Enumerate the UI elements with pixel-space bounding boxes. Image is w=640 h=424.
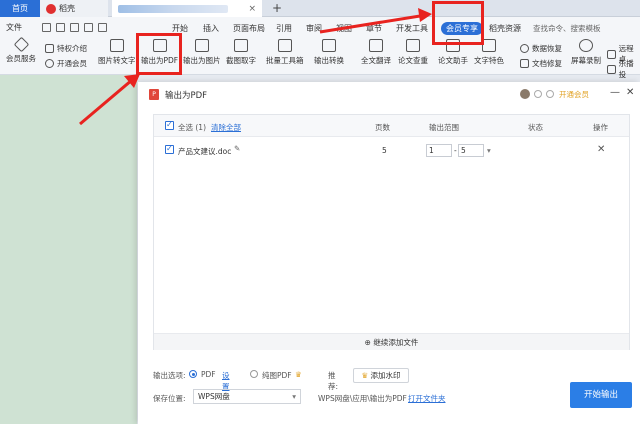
annotation-arrows — [79, 8, 432, 126]
arrow-to-vip-tab — [319, 8, 432, 34]
arrow-to-export-pdf — [79, 74, 140, 126]
